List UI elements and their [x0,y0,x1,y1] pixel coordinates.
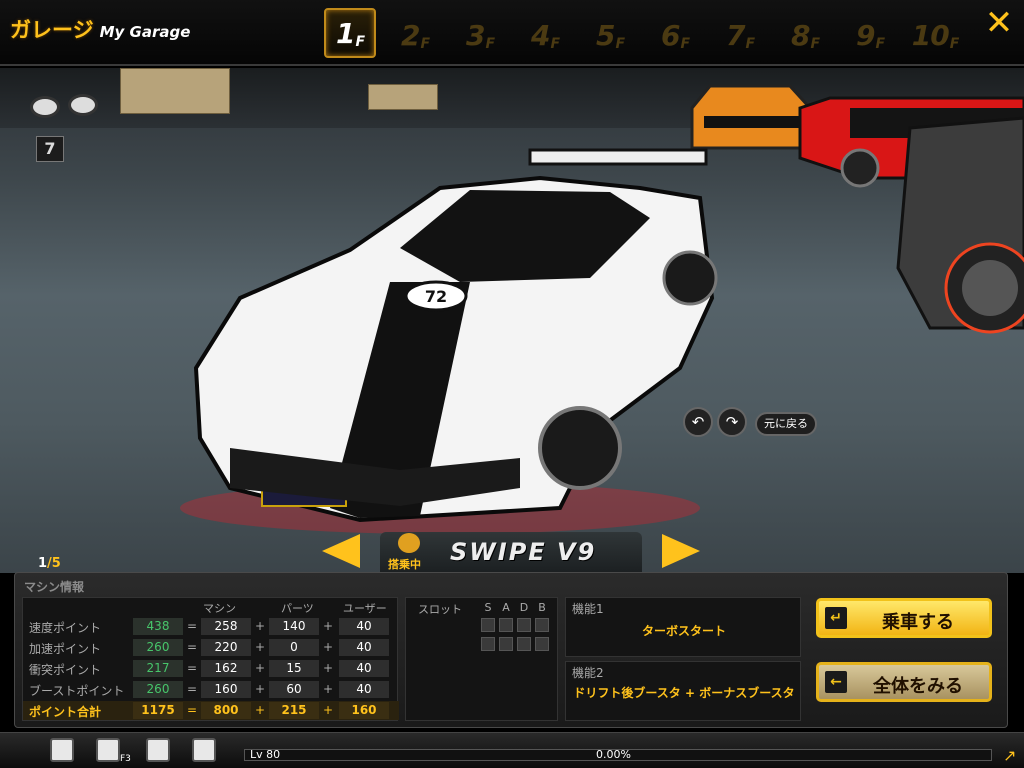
ability-2-value: ドリフト後ブースタ + ボーナスブースタ [573,686,795,700]
tab-floor-5[interactable]: 5F [584,8,636,58]
ability-2-panel: 機能2 ドリフト後ブースタ + ボーナスブースタ [565,661,801,721]
tab-floor-1[interactable]: 1F [324,8,376,58]
ability-2-label: 機能2 [572,666,604,680]
col-machine: マシン [203,602,236,615]
document-icon[interactable] [146,738,170,762]
player-level: Lv 80 [250,748,281,761]
tab-floor-9[interactable]: 9F [844,8,896,58]
slot-letter-a: A [502,601,510,614]
slot-box[interactable] [481,637,495,651]
tab-floor-6[interactable]: 6F [649,8,701,58]
tab-floor-4[interactable]: 4F [519,8,571,58]
stats-table: マシン パーツ ユーザー 速度ポイント 438 = 258 + 140 + 40… [22,597,399,721]
slot-box[interactable] [517,637,531,651]
tab-floor-10[interactable]: 10 F [909,8,961,58]
main-car-swipe-v9: 72 [193,148,718,523]
exp-percent: 0.00% [596,748,631,761]
driver-icon [398,533,420,553]
resize-arrow-icon[interactable]: ↗ [1003,746,1016,765]
tab-floor-7[interactable]: 7F [714,8,766,58]
slot-box[interactable] [499,637,513,651]
col-parts: パーツ [281,602,314,615]
reset-view-button[interactable]: 元に戻る [755,412,817,436]
parts-box-icon[interactable] [96,738,120,762]
inventory-box-icon[interactable] [50,738,74,762]
slot-box[interactable] [481,618,495,632]
ability-1-panel: 機能1 ターボスタート [565,597,801,657]
garage-header: ガレージ My Garage 1F 2F 3F 4F 5F 6F 7F 8F 9… [0,0,1024,66]
slot-box[interactable] [535,637,549,651]
parts-slots: スロット S A D B [405,597,558,721]
garage-scene: 7 72 ↶ ↷ 元に戻る [0,68,1024,573]
title-en: My Garage [99,23,191,41]
slot-letter-b: B [538,601,546,614]
back-arrow-icon: ← [825,671,847,693]
riding-badge: 搭乗中 [388,558,421,571]
car-counter: 1/5 [38,556,61,571]
title-jp: ガレージ [10,18,94,42]
rotate-left-icon[interactable]: ↶ [683,407,713,437]
ability-1-value: ターボスタート [641,624,726,638]
ability-1-label: 機能1 [572,602,604,616]
ride-button[interactable]: ↵ 乗車する [816,598,992,638]
prev-car-arrow-icon[interactable] [322,534,360,568]
slot-letter-d: D [519,601,529,614]
gray-car [896,116,1024,334]
page-title: ガレージ My Garage [10,14,190,44]
view-all-button[interactable]: ← 全体をみる [816,662,992,702]
stat-row-total: ポイント合計 1175 = 800 + 215 + 160 [23,701,399,720]
stat-row-collision: 衝突ポイント 217 = 162 + 15 + 40 [23,659,399,678]
slot-box[interactable] [517,618,531,632]
car-name: SWIPE V9 [450,538,597,566]
next-car-arrow-icon[interactable] [662,534,700,568]
shop-house-icon[interactable] [192,738,216,762]
panel-title: マシン情報 [24,580,85,594]
tab-floor-8[interactable]: 8F [779,8,831,58]
tab-floor-2[interactable]: 2F [389,8,441,58]
car-showcase: 72 [180,84,1024,534]
slot-box[interactable] [499,618,513,632]
slot-box[interactable] [535,618,549,632]
hotkey-label: F3 [120,754,131,764]
stat-row-speed: 速度ポイント 438 = 258 + 140 + 40 [23,617,399,636]
slot-letter-s: S [484,601,492,614]
stat-row-boost: ブーストポイント 260 = 160 + 60 + 40 [23,680,399,699]
floor-tabs: 1F 2F 3F 4F 5F 6F 7F 8F 9F 10 F [324,8,961,58]
enter-arrow-icon: ↵ [825,607,847,629]
orange-car [690,84,814,150]
car-number-decal: 72 [425,287,447,306]
slots-label: スロット [418,603,462,616]
rotate-right-icon[interactable]: ↷ [717,407,747,437]
col-user: ユーザー [343,602,387,615]
stat-row-acceleration: 加速ポイント 260 = 220 + 0 + 40 [23,638,399,657]
close-x-icon[interactable]: ✕ [982,6,1016,40]
tab-floor-3[interactable]: 3F [454,8,506,58]
